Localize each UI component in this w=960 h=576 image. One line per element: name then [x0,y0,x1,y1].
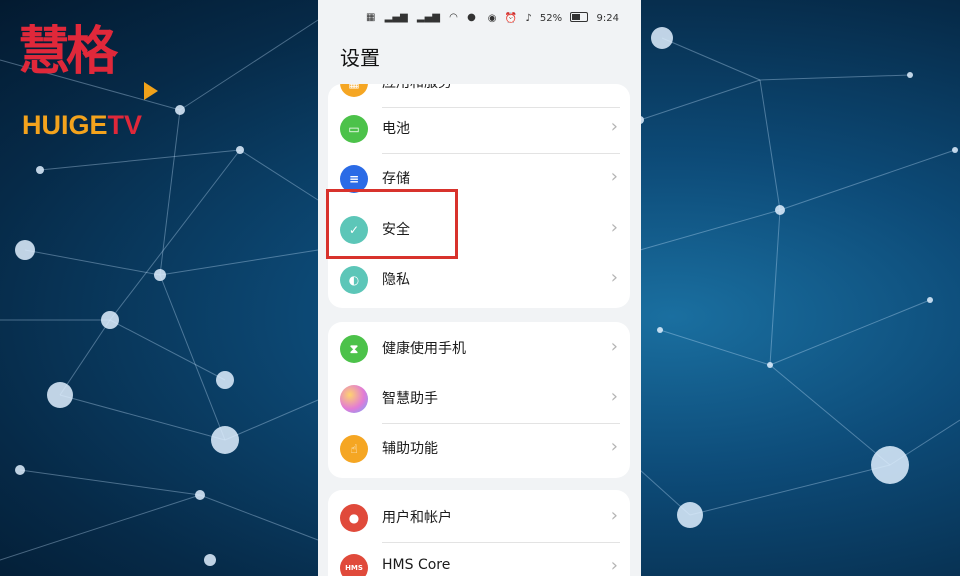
phone-screen: ▦ ▂▄▆ ▂▄▆ ◠ ● ◉ ⏰ ♪ 52% 9:24 设置 ▦ 应用和服务 … [318,0,641,576]
user-icon: ● [340,504,368,532]
status-left: ▦ ▂▄▆ ▂▄▆ ◠ ● [366,12,482,23]
settings-group-2: ⧗ 健康使用手机 › 智慧助手 › ☝ 辅助功能 › [328,322,630,478]
settings-item-users-accounts[interactable]: ● 用户和帐户 › [328,493,630,543]
eye-icon: ◉ [487,13,497,24]
chevron-right-icon: › [610,336,618,357]
assistant-icon [340,385,368,413]
watermark-glyphs: 慧格 [18,21,118,82]
chevron-right-icon: › [610,267,618,288]
chevron-right-icon: › [610,505,618,526]
settings-item-privacy[interactable]: ◐ 隐私 › [328,255,630,305]
apps-icon: ▦ [340,84,368,97]
settings-item-label: 隐私 [382,272,410,288]
signal-icon: ▂▄▆ [416,12,440,23]
settings-item-label: 辅助功能 [382,441,438,457]
settings-item-label: 应用和服务 [382,84,452,92]
settings-item-hms-core[interactable]: HMS HMS Core › [328,543,630,576]
watermark-text: HUIGETV [22,110,143,140]
status-time: 9:24 [596,13,619,24]
signal-icon: ▂▄▆ [384,12,408,23]
hms-icon: HMS [340,554,368,576]
alarm-icon: ⏰ [504,13,518,24]
security-highlight-box [326,189,458,259]
battery-percent: 52% [539,13,563,24]
settings-item-label: 健康使用手机 [382,341,466,357]
play-icon [144,82,158,100]
settings-group-3: ● 用户和帐户 › HMS HMS Core › [328,490,630,576]
settings-item-digital-balance[interactable]: ⧗ 健康使用手机 › [328,324,630,374]
wifi-icon: ◠ [449,12,458,23]
settings-item-label: 用户和帐户 [382,510,452,526]
accessibility-icon: ☝ [340,435,368,463]
status-bar: ▦ ▂▄▆ ▂▄▆ ◠ ● ◉ ⏰ ♪ 52% 9:24 [318,8,641,30]
settings-item-accessibility[interactable]: ☝ 辅助功能 › [328,424,630,474]
wechat-icon: ● [467,12,476,23]
settings-item-label: 电池 [382,121,410,137]
sim-card-icon: ▦ [366,12,376,23]
chevron-right-icon: › [610,217,618,238]
settings-item-label: 存储 [382,171,410,187]
mute-icon: ♪ [525,13,532,24]
chevron-right-icon: › [610,166,618,187]
hourglass-icon: ⧗ [340,335,368,363]
chevron-right-icon: › [610,116,618,137]
privacy-icon: ◐ [340,266,368,294]
chevron-right-icon: › [610,386,618,407]
settings-item-smart-assistant[interactable]: 智慧助手 › [328,374,630,424]
chevron-right-icon: › [610,555,618,576]
status-right: ◉ ⏰ ♪ 52% 9:24 [483,12,619,24]
watermark-logo: 慧格 HUIGETV [18,21,158,140]
settings-item-label: HMS Core [382,557,451,573]
settings-item-battery[interactable]: ▭ 电池 › [328,104,630,154]
battery-icon: ▭ [340,115,368,143]
page-title: 设置 [340,46,380,70]
battery-status-icon [570,12,589,22]
chevron-right-icon: › [610,436,618,457]
settings-item-label: 智慧助手 [382,391,438,407]
